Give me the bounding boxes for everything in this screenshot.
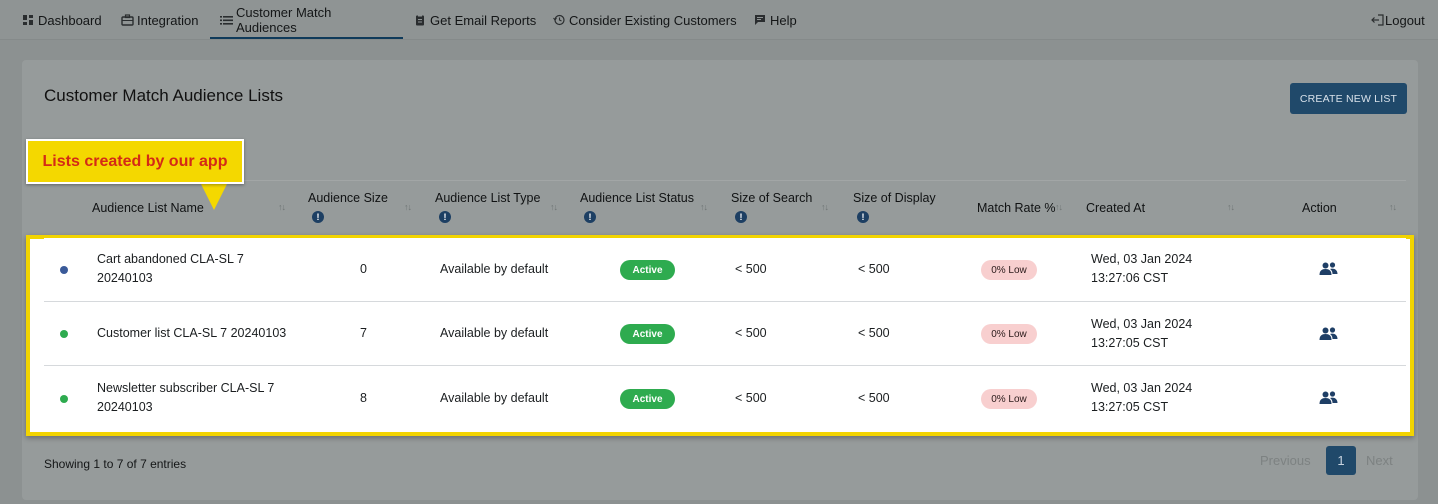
- status-dot: [60, 395, 68, 403]
- page-title: Customer Match Audience Lists: [44, 86, 284, 105]
- logout-link[interactable]: Logout: [1371, 0, 1425, 40]
- column-header-size-of-display[interactable]: Size of Display !: [853, 181, 963, 233]
- nav-dashboard[interactable]: Dashboard: [22, 0, 102, 40]
- nav-help-label: Help: [770, 12, 797, 28]
- match-rate-badge: 0% Low: [981, 389, 1037, 409]
- status-badge: Active: [620, 324, 675, 344]
- sort-icon: ↑↓: [1055, 202, 1063, 212]
- audience-list-type: Available by default: [440, 391, 549, 405]
- sort-icon: ↑↓: [700, 202, 708, 212]
- entries-summary: Showing 1 to 7 of 7 entries: [44, 457, 187, 471]
- sort-icon: ↑↓: [1227, 202, 1235, 212]
- logout-icon: [1371, 14, 1384, 26]
- nav-consider-existing-customers-label: Consider Existing Customers: [569, 12, 737, 28]
- nav-dashboard-label: Dashboard: [38, 12, 102, 28]
- table-row[interactable]: Newsletter subscriber CLA-SL 7 20240103 8…: [44, 367, 1406, 431]
- audience-list-name: Cart abandoned CLA-SL 7 20240103: [97, 252, 244, 285]
- users-icon[interactable]: [1319, 327, 1338, 345]
- info-icon[interactable]: !: [584, 211, 596, 223]
- create-new-list-button[interactable]: CREATE NEW LIST: [1290, 83, 1407, 114]
- nav-integration-label: Integration: [137, 12, 199, 28]
- column-header-audience-list-type[interactable]: Audience List Type ! ↑↓: [435, 181, 565, 233]
- audience-list-type: Available by default: [440, 326, 549, 340]
- nav-get-email-reports-label: Get Email Reports: [430, 12, 537, 28]
- size-of-display: < 500: [858, 326, 890, 340]
- nav-consider-existing-customers[interactable]: Consider Existing Customers: [553, 0, 737, 40]
- sort-icon: ↑↓: [404, 202, 412, 212]
- dashboard-icon: [22, 14, 34, 26]
- callout-pointer: [200, 182, 228, 210]
- nav-help[interactable]: Help: [754, 0, 797, 40]
- status-badge: Active: [620, 260, 675, 280]
- briefcase-icon: [121, 14, 134, 26]
- table-row[interactable]: Customer list CLA-SL 7 20240103 7 Availa…: [44, 302, 1406, 366]
- column-header-size-of-search[interactable]: Size of Search ! ↑↓: [731, 181, 836, 233]
- column-header-audience-list-status[interactable]: Audience List Status ! ↑↓: [580, 181, 715, 233]
- match-rate-badge: 0% Low: [981, 324, 1037, 344]
- top-navigation: Dashboard Integration Customer Match Aud…: [0, 0, 1438, 40]
- sort-icon: ↑↓: [821, 202, 829, 212]
- column-header-name[interactable]: Audience List Name ↑↓: [92, 181, 292, 233]
- created-at: Wed, 03 Jan 2024 13:27:05 CST: [1091, 381, 1193, 414]
- annotation-callout: Lists created by our app: [26, 139, 244, 184]
- info-icon[interactable]: !: [439, 211, 451, 223]
- users-icon[interactable]: [1319, 262, 1338, 280]
- pagination-next[interactable]: Next: [1366, 453, 1393, 468]
- created-at: Wed, 03 Jan 2024 13:27:06 CST: [1091, 252, 1193, 285]
- audience-size: 8: [360, 391, 367, 405]
- table-row[interactable]: Cart abandoned CLA-SL 7 20240103 0 Availa…: [44, 238, 1406, 302]
- nav-customer-match-audiences[interactable]: Customer Match Audiences: [210, 0, 403, 40]
- info-icon[interactable]: !: [312, 211, 324, 223]
- info-icon[interactable]: !: [857, 211, 869, 223]
- size-of-search: < 500: [735, 262, 767, 276]
- size-of-display: < 500: [858, 262, 890, 276]
- column-header-action[interactable]: Action ↑↓: [1302, 181, 1402, 233]
- status-badge: Active: [620, 389, 675, 409]
- history-icon: [553, 14, 565, 26]
- status-dot: [60, 330, 68, 338]
- column-header-match-rate[interactable]: Match Rate % ↑↓: [977, 181, 1077, 233]
- size-of-search: < 500: [735, 391, 767, 405]
- sort-icon: ↑↓: [278, 202, 286, 212]
- logout-label: Logout: [1385, 12, 1425, 28]
- pagination-page-1[interactable]: 1: [1326, 446, 1356, 475]
- nav-get-email-reports[interactable]: Get Email Reports: [414, 0, 536, 40]
- audience-list-type: Available by default: [440, 262, 549, 276]
- audience-size: 0: [360, 262, 367, 276]
- users-icon[interactable]: [1319, 391, 1338, 409]
- pagination-previous[interactable]: Previous: [1260, 453, 1311, 468]
- sort-icon: ↑↓: [1389, 202, 1397, 212]
- audience-size: 7: [360, 326, 367, 340]
- nav-integration[interactable]: Integration: [121, 0, 198, 40]
- clipboard-icon: [414, 14, 426, 26]
- list-icon: [220, 14, 233, 26]
- audience-list-name: Newsletter subscriber CLA-SL 7 20240103: [97, 381, 275, 414]
- size-of-display: < 500: [858, 391, 890, 405]
- info-icon[interactable]: !: [735, 211, 747, 223]
- nav-customer-match-audiences-label: Customer Match Audiences: [236, 5, 332, 35]
- chat-icon: [754, 14, 766, 26]
- size-of-search: < 500: [735, 326, 767, 340]
- audience-list-name: Customer list CLA-SL 7 20240103: [97, 326, 287, 340]
- table-header: Audience List Name ↑↓ Audience Size ! ↑↓…: [44, 180, 1406, 232]
- column-header-audience-size[interactable]: Audience Size ! ↑↓: [308, 181, 423, 233]
- sort-icon: ↑↓: [550, 202, 558, 212]
- created-at: Wed, 03 Jan 2024 13:27:05 CST: [1091, 317, 1193, 350]
- match-rate-badge: 0% Low: [981, 260, 1037, 280]
- status-dot: [60, 266, 68, 274]
- column-header-created-at[interactable]: Created At ↑↓: [1086, 181, 1241, 233]
